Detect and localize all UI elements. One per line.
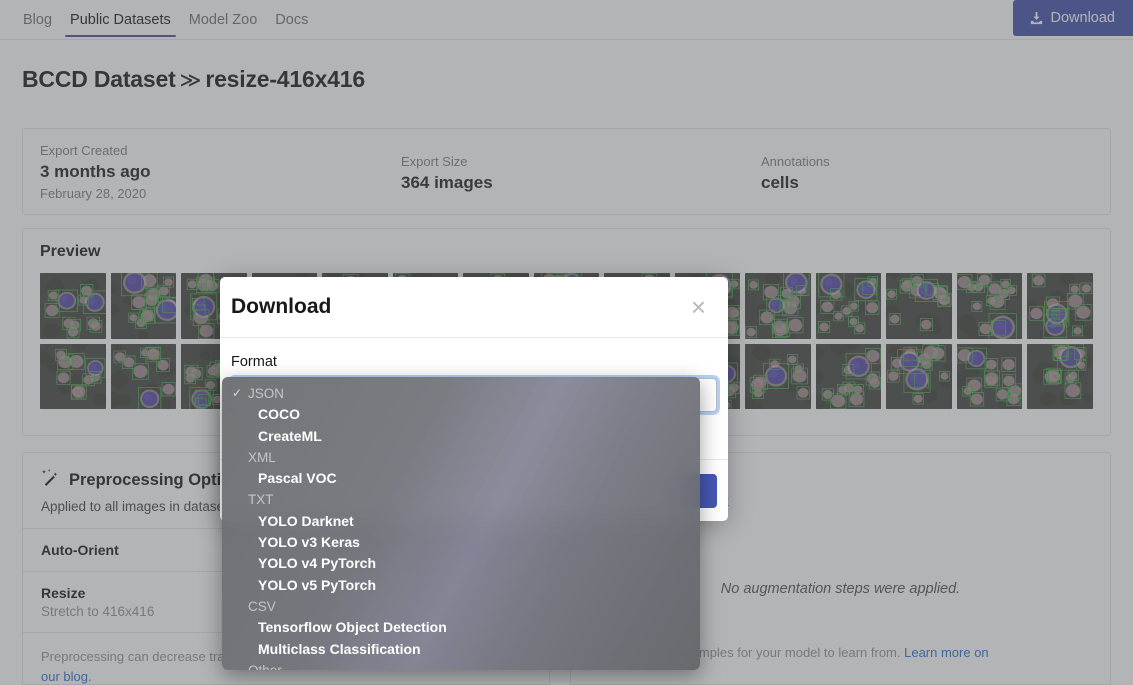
popup-option-yolo-v4-pytorch[interactable]: YOLO v4 PyTorch: [222, 553, 700, 574]
popup-group-label: JSON: [248, 384, 284, 403]
popup-option-tensorflow-object-detection[interactable]: Tensorflow Object Detection: [222, 617, 700, 638]
popup-group-label: Other: [248, 661, 282, 670]
popup-group-header: ✓ JSON: [222, 383, 700, 404]
popup-group-header: TXT: [222, 489, 700, 510]
popup-option-multiclass-classification[interactable]: Multiclass Classification: [222, 639, 700, 660]
format-select-popup[interactable]: ✓ JSONCOCOCreateMLXMLPascal VOCTXT YOLO Da…: [222, 377, 700, 670]
popup-option-yolo-darknet[interactable]: YOLO Darknet: [222, 511, 700, 532]
popup-group-header: CSV: [222, 596, 700, 617]
popup-option-yolo-v3-keras[interactable]: YOLO v3 Keras: [222, 532, 700, 553]
popup-group-label: XML: [248, 448, 276, 467]
popup-option-createml[interactable]: CreateML: [222, 426, 700, 447]
popup-group-header: Other: [222, 660, 700, 670]
close-icon[interactable]: ×: [691, 294, 706, 320]
modal-title: Download: [231, 295, 331, 319]
popup-group-label: CSV: [248, 597, 276, 616]
popup-option-yolo-v5-pytorch[interactable]: YOLO v5 PyTorch: [222, 575, 700, 596]
check-icon: ✓: [232, 384, 243, 403]
format-field-label: Format: [231, 354, 717, 370]
popup-group-label: TXT: [248, 490, 274, 509]
app-root: Blog Public Datasets Model Zoo Docs Down…: [0, 0, 1133, 685]
modal-header: Download ×: [220, 277, 728, 338]
popup-group-header: XML: [222, 447, 700, 468]
popup-option-pascal-voc[interactable]: Pascal VOC: [222, 468, 700, 489]
popup-option-coco[interactable]: COCO: [222, 404, 700, 425]
